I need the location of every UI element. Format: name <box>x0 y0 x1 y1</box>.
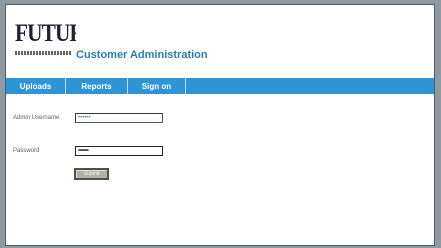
password-input[interactable] <box>75 146 163 156</box>
nav-item-uploads[interactable]: Uploads <box>6 78 66 94</box>
admin-username-input[interactable] <box>75 113 163 123</box>
futures-logo: FUTURES <box>14 20 76 58</box>
main-navigation: Uploads Reports Sign on <box>6 78 434 94</box>
logo-wordmark: FUTURES <box>15 20 76 47</box>
logo-tagline-stripe <box>15 51 71 55</box>
page-title: Customer Administration <box>76 49 208 61</box>
nav-item-reports[interactable]: Reports <box>66 78 128 94</box>
nav-item-sign-on[interactable]: Sign on <box>128 78 186 94</box>
password-label: Password <box>13 148 40 154</box>
admin-window: FUTURES Customer Administration Uploads … <box>5 4 435 246</box>
submit-button[interactable]: Submit <box>74 168 109 180</box>
admin-username-label: Admin Username <box>13 115 60 121</box>
